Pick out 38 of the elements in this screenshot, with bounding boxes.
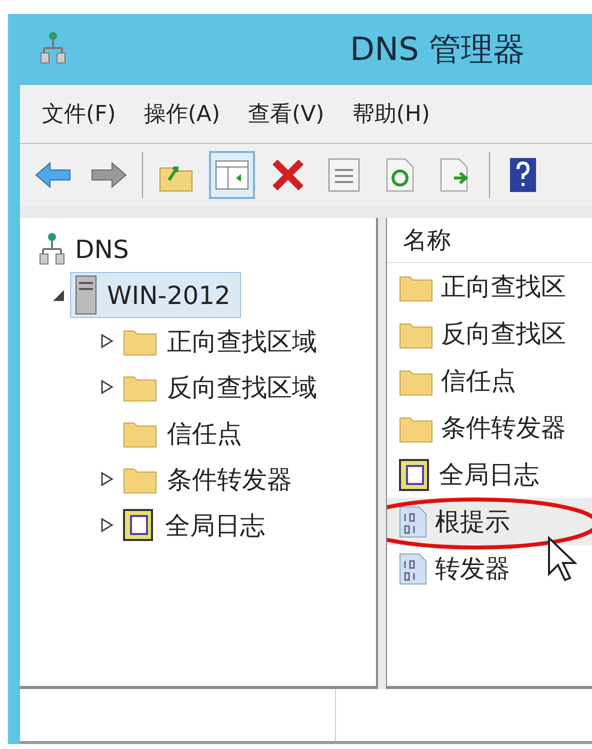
tree-node[interactable]: DNS bbox=[34, 229, 140, 269]
toolbar-button[interactable] bbox=[209, 151, 255, 199]
tree-node[interactable]: 正向查找区域 bbox=[118, 322, 328, 360]
list-item[interactable]: 反向查找区 bbox=[387, 310, 592, 357]
tree-node[interactable]: 全局日志 bbox=[118, 505, 276, 545]
binary-file-icon bbox=[399, 506, 427, 538]
log-book-icon bbox=[399, 458, 431, 492]
forward-arrow-icon bbox=[90, 161, 128, 189]
mouse-pointer-icon bbox=[547, 536, 577, 582]
refresh-icon bbox=[386, 158, 414, 192]
properties-icon bbox=[328, 158, 360, 192]
menu-item[interactable]: 帮助(H) bbox=[352, 99, 430, 129]
expand-triangle-icon[interactable] bbox=[100, 517, 114, 533]
expand-triangle-icon[interactable] bbox=[100, 379, 114, 395]
network-icon bbox=[39, 232, 65, 266]
delete-icon bbox=[271, 158, 305, 192]
log-book-icon bbox=[123, 508, 155, 542]
binary-file-icon bbox=[399, 552, 427, 584]
tree-node[interactable]: WIN-2012 bbox=[70, 272, 242, 318]
menu-item[interactable]: 文件(F) bbox=[42, 99, 116, 129]
panel-icon bbox=[215, 160, 249, 190]
menu-item[interactable]: 操作(A) bbox=[144, 99, 220, 129]
tree-node[interactable]: 信任点 bbox=[118, 414, 253, 452]
list-item[interactable]: 正向查找区 bbox=[387, 263, 592, 310]
list-item[interactable]: 信任点 bbox=[387, 357, 592, 404]
list-item[interactable]: 条件转发器 bbox=[387, 404, 592, 451]
menu-item[interactable]: 查看(V) bbox=[248, 99, 324, 129]
expand-triangle-icon[interactable] bbox=[100, 333, 114, 349]
list-item[interactable]: 全局日志 bbox=[387, 451, 592, 498]
back-arrow-icon bbox=[34, 161, 72, 189]
tree-node[interactable]: 条件转发器 bbox=[118, 460, 303, 498]
help-icon bbox=[509, 157, 537, 193]
expand-triangle-icon[interactable] bbox=[100, 471, 114, 487]
column-header[interactable]: 名称 bbox=[387, 218, 592, 263]
tree-node[interactable]: 反向查找区域 bbox=[118, 368, 328, 406]
network-icon bbox=[40, 30, 66, 64]
window-title: DNS 管理器 bbox=[350, 29, 526, 70]
server-icon bbox=[75, 275, 97, 315]
